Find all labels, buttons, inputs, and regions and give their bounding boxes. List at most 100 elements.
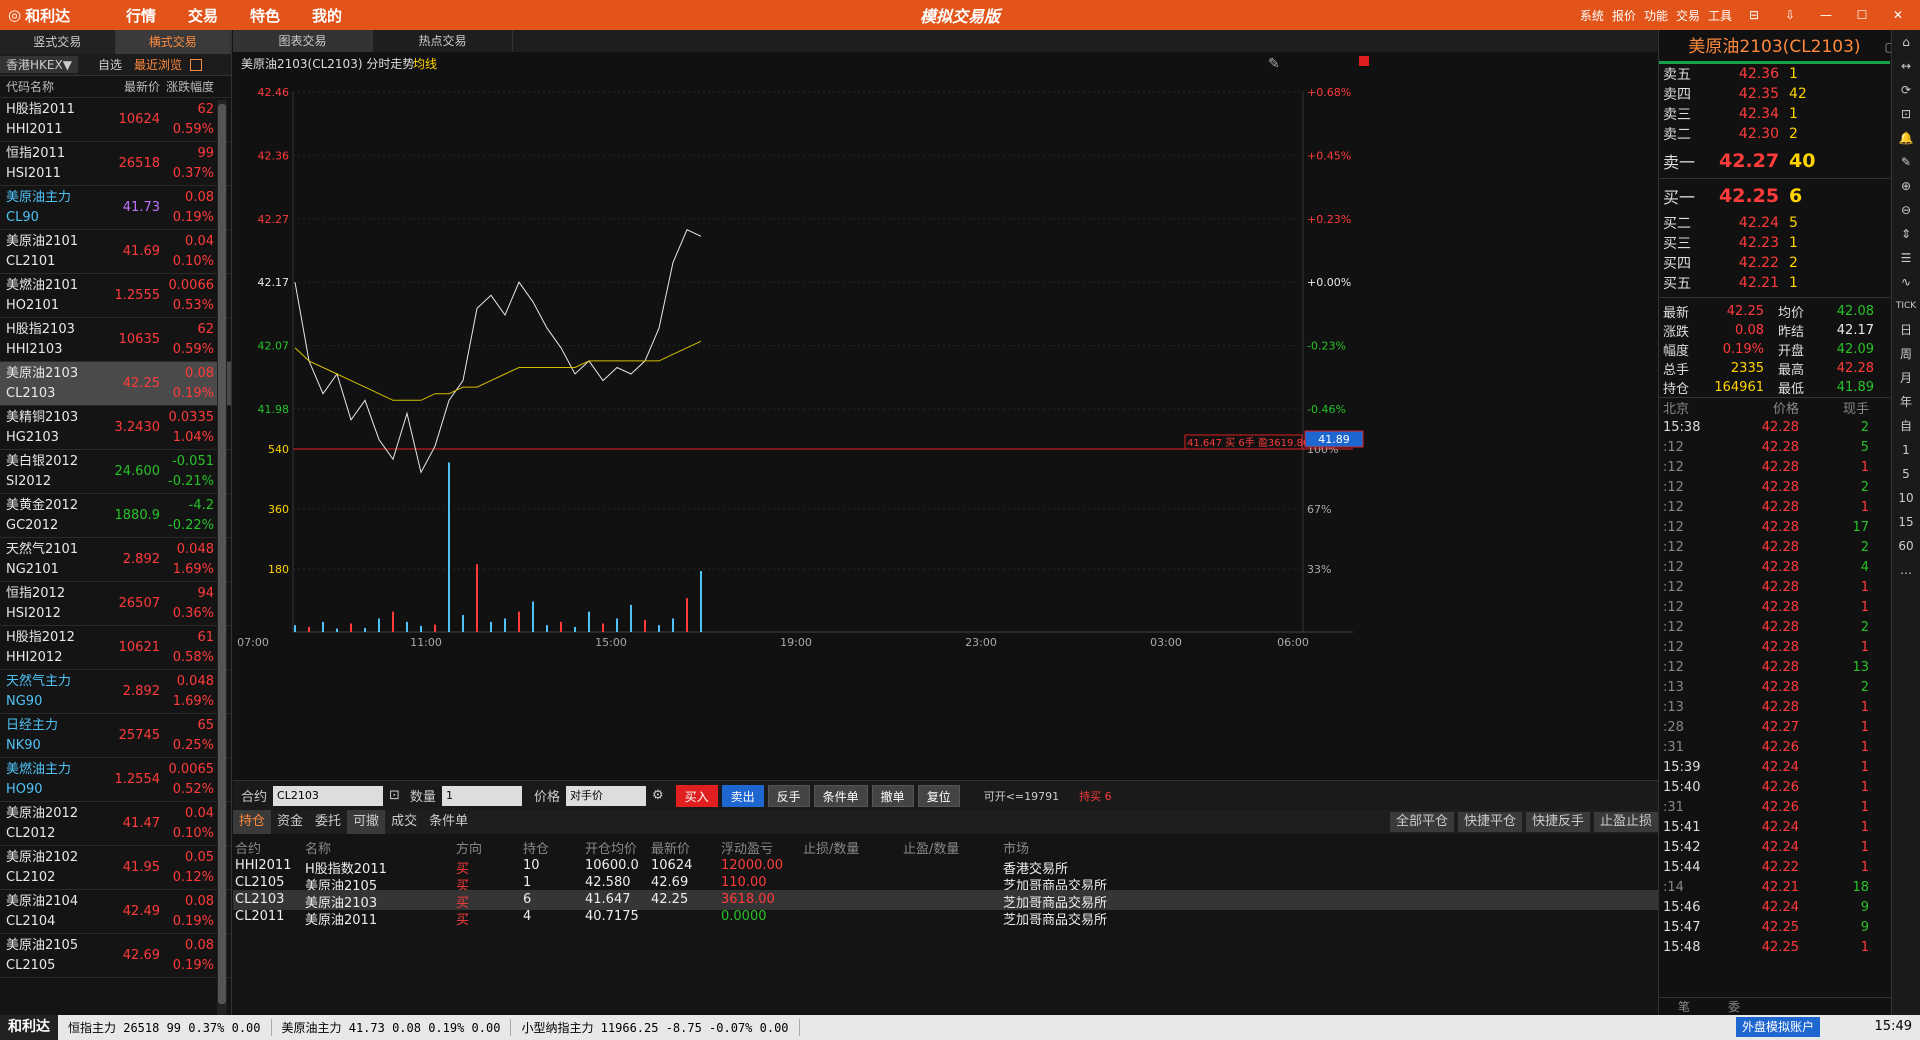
tool-icon[interactable]: 自 (1892, 414, 1920, 438)
list-item[interactable]: 天然气2101 NG2101 2.892 0.048 1.69% (0, 538, 231, 582)
tool-icon[interactable]: ☰ (1892, 246, 1920, 270)
filter-favorites[interactable]: 自选 (92, 56, 128, 73)
skin-icon[interactable]: ⊟ (1740, 8, 1768, 22)
intraday-chart[interactable]: 美原油2103(CL2103) 分时走势 均线 ✎ 42.46 +0.68% 42.36 +… (233, 52, 1658, 780)
tab-positions[interactable]: 持仓 (233, 810, 272, 834)
tool-icon[interactable]: ✎ (1892, 150, 1920, 174)
menu-quote[interactable]: 报价 (1612, 7, 1636, 24)
gear-icon[interactable]: ⚙ (652, 788, 664, 803)
stop-loss-profit-button[interactable]: 止盈止损 (1593, 812, 1658, 832)
list-item[interactable]: 美原油2012 CL2012 41.47 0.04 0.10% (0, 802, 231, 846)
close-icon[interactable]: ✕ (1884, 8, 1912, 22)
conditional-order-button[interactable]: 条件单 (813, 784, 868, 807)
order-book-row[interactable]: 卖一 42.27 40 (1659, 144, 1890, 178)
order-book-row[interactable]: 买一 42.25 6 (1659, 179, 1890, 213)
tool-icon[interactable]: 60 (1892, 534, 1920, 558)
tool-icon[interactable]: 周 (1892, 342, 1920, 366)
quick-reverse-button[interactable]: 快捷反手 (1525, 812, 1590, 832)
order-book-row[interactable]: 买五 42.21 1 (1659, 273, 1890, 293)
list-item[interactable]: 美原油2104 CL2104 42.49 0.08 0.19% (0, 890, 231, 934)
order-book-row[interactable]: 卖二 42.30 2 (1659, 124, 1890, 144)
qty-stepper[interactable]: 1 (441, 785, 522, 806)
tab-funds[interactable]: 资金 (271, 810, 309, 834)
tool-icon[interactable]: ↔ (1892, 54, 1920, 78)
buy-button[interactable]: 买入 (675, 784, 718, 807)
menu-mine[interactable]: 我的 (296, 5, 358, 26)
market-select[interactable]: 香港HKEX▼ (0, 56, 78, 73)
list-item[interactable]: 美原油2102 CL2102 41.95 0.05 0.12% (0, 846, 231, 890)
ticker-hsi[interactable]: 恒指主力 26518 99 0.37% 0.00 (58, 1019, 272, 1036)
cancel-order-button[interactable]: 撤单 (871, 784, 914, 807)
list-item[interactable]: 美黄金2012 GC2012 1880.9 -4.2 -0.22% (0, 494, 231, 538)
order-book-row[interactable]: 卖五 42.36 1 (1659, 64, 1890, 84)
list-item[interactable]: 美燃油主力 HO90 1.2554 0.0065 0.52% (0, 758, 231, 802)
menu-tools[interactable]: 工具 (1708, 7, 1732, 24)
list-item[interactable]: 恒指2011 HSI2011 26518 99 0.37% (0, 142, 231, 186)
tab-fills[interactable]: 成交 (385, 810, 423, 834)
tab-chart-trade[interactable]: 图表交易 (233, 30, 373, 52)
menu-feature[interactable]: 特色 (234, 5, 296, 26)
pin-icon[interactable]: ⇩ (1776, 8, 1804, 22)
order-book-row[interactable]: 买三 42.23 1 (1659, 233, 1890, 253)
order-book-row[interactable]: 买四 42.22 2 (1659, 253, 1890, 273)
list-item[interactable]: H股指2012 HHI2012 10621 61 0.58% (0, 626, 231, 670)
filter-recent[interactable]: 最近浏览 (128, 56, 188, 73)
close-all-button[interactable]: 全部平仓 (1389, 812, 1454, 832)
tool-icon[interactable]: 年 (1892, 390, 1920, 414)
tool-icon[interactable]: ⊡ (1892, 102, 1920, 126)
list-item[interactable]: 美原油主力 CL90 41.73 0.08 0.19% (0, 186, 231, 230)
tab-conditional[interactable]: 条件单 (423, 810, 474, 834)
maximize-icon[interactable]: ☐ (1848, 8, 1876, 22)
order-book-row[interactable]: 卖三 42.34 1 (1659, 104, 1890, 124)
list-item[interactable]: 美精铜2103 HG2103 3.2430 0.0335 1.04% (0, 406, 231, 450)
list-item[interactable]: H股指2103 HHI2103 10635 62 0.59% (0, 318, 231, 362)
list-item[interactable]: 美原油2103 CL2103 42.25 0.08 0.19% (0, 362, 231, 406)
ticker-cl[interactable]: 美原油主力 41.73 0.08 0.19% 0.00 (272, 1019, 512, 1036)
ticker-nq[interactable]: 小型纳指主力 11966.25 -8.75 -0.07% 0.00 (511, 1019, 800, 1036)
list-item[interactable]: 美原油2101 CL2101 41.69 0.04 0.10% (0, 230, 231, 274)
menu-system[interactable]: 系统 (1580, 7, 1604, 24)
sell-button[interactable]: 卖出 (721, 784, 764, 807)
tool-icon[interactable]: 🔔 (1892, 126, 1920, 150)
tool-icon[interactable]: 1 (1892, 438, 1920, 462)
list-item[interactable]: 美原油2105 CL2105 42.69 0.08 0.19% (0, 934, 231, 978)
tool-icon[interactable]: … (1892, 558, 1920, 582)
tab-hot-trade[interactable]: 热点交易 (373, 30, 513, 52)
list-item[interactable]: 美白银2012 SI2012 24.600 -0.051 -0.21% (0, 450, 231, 494)
menu-trade[interactable]: 交易 (172, 5, 234, 26)
order-book-row[interactable]: 卖四 42.35 42 (1659, 84, 1890, 104)
tab-orders-detail[interactable]: 委 (1709, 998, 1759, 1015)
account-badge[interactable]: 外盘模拟账户 (1735, 1017, 1820, 1037)
tool-icon[interactable]: ⇕ (1892, 222, 1920, 246)
menu-trade-right[interactable]: 交易 (1676, 7, 1700, 24)
reset-button[interactable]: 复位 (917, 784, 960, 807)
scroll-thumb[interactable] (218, 104, 226, 1004)
tool-icon[interactable]: 15 (1892, 510, 1920, 534)
order-book-row[interactable]: 买二 42.24 5 (1659, 213, 1890, 233)
list-item[interactable]: H股指2011 HHI2011 10624 62 0.59% (0, 98, 231, 142)
reverse-button[interactable]: 反手 (767, 784, 810, 807)
minimize-icon[interactable]: — (1812, 8, 1840, 22)
lock-icon[interactable]: ⊡ (389, 788, 400, 803)
table-row[interactable]: CL2011 美原油2011 买 4 40.7175 0.0000 芝加哥商品交易所 (233, 907, 1658, 928)
tool-icon[interactable]: ∿ (1892, 270, 1920, 294)
tool-icon[interactable]: ⟳ (1892, 78, 1920, 102)
contract-select[interactable]: CL2103 (273, 785, 384, 806)
tool-icon[interactable]: ⊖ (1892, 198, 1920, 222)
tool-icon[interactable]: TICK (1892, 294, 1920, 318)
list-item[interactable]: 日经主力 NK90 25745 65 0.25% (0, 714, 231, 758)
tool-icon[interactable]: 月 (1892, 366, 1920, 390)
menu-market[interactable]: 行情 (110, 5, 172, 26)
quick-close-button[interactable]: 快捷平仓 (1457, 812, 1522, 832)
list-scrollbar[interactable] (217, 100, 227, 1040)
tool-icon[interactable]: ⊕ (1892, 174, 1920, 198)
tool-icon[interactable]: 日 (1892, 318, 1920, 342)
tool-icon[interactable]: 10 (1892, 486, 1920, 510)
checkbox-icon[interactable] (189, 58, 202, 71)
tab-vertical-trade[interactable]: 竖式交易 (0, 30, 116, 54)
tool-icon[interactable]: 5 (1892, 462, 1920, 486)
menu-function[interactable]: 功能 (1644, 7, 1668, 24)
tab-cancelable[interactable]: 可撤 (347, 810, 386, 834)
tab-ticks[interactable]: 笔 (1659, 998, 1709, 1015)
list-item[interactable]: 美燃油2101 HO2101 1.2555 0.0066 0.53% (0, 274, 231, 318)
